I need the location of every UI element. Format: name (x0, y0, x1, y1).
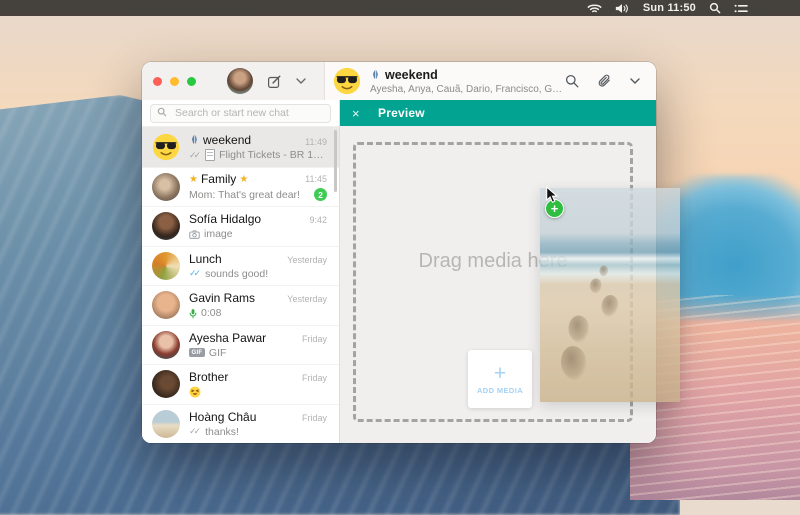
chat-avatar-photo (152, 370, 180, 398)
chat-list-item-weekend[interactable]: weekend 11:49 ✓✓ Flight Tickets - BR 145… (142, 127, 339, 167)
notification-center-icon[interactable] (734, 3, 748, 14)
preview-header: × Preview (340, 100, 656, 126)
chat-name-text: Brother (189, 370, 228, 384)
chat-list-item-hoang[interactable]: Hoàng Châu Friday ✓✓ thanks! (142, 404, 339, 444)
chat-avatar-sunglasses-emoji (152, 133, 180, 161)
profile-avatar[interactable] (227, 68, 253, 94)
add-media-button[interactable]: + ADD MEDIA (468, 350, 532, 408)
chat-title: weekend (385, 68, 438, 82)
chat-last-message: 0:08 (201, 307, 221, 319)
spotlight-search-icon[interactable] (709, 2, 721, 14)
double-check-icon: ✓✓ (189, 151, 198, 160)
attach-paperclip-icon[interactable] (598, 74, 611, 88)
search-icon (157, 107, 167, 117)
footprint (600, 294, 619, 318)
menu-bar: Sun 11:50 (0, 0, 800, 16)
search-input[interactable] (150, 104, 331, 123)
folded-hands-icon (370, 69, 381, 80)
plus-icon: + (494, 363, 506, 384)
chat-time: Yesterday (287, 294, 327, 304)
volume-icon[interactable] (615, 3, 630, 14)
chat-name-text: Hoàng Châu (189, 410, 256, 424)
group-avatar-sunglasses-emoji[interactable] (333, 67, 361, 95)
traffic-lights (153, 77, 196, 86)
double-check-blue-icon: ✓✓ (189, 269, 198, 278)
add-media-label: ADD MEDIA (477, 386, 523, 395)
chat-avatar-photo (152, 410, 180, 438)
star-icon: ★ (239, 174, 248, 185)
chat-members: Ayesha, Anya, Cauã, Dario, Francisco, Go… (370, 84, 565, 95)
chat-list-item-gavin[interactable]: Gavin Rams Yesterday 0:08 (142, 285, 339, 325)
chat-name-text: weekend (203, 133, 251, 147)
chevron-down-icon[interactable] (630, 78, 640, 84)
chat-name-text: Gavin Rams (189, 291, 255, 305)
chat-list-item-brother[interactable]: Brother Friday (142, 364, 339, 404)
footprint (600, 266, 609, 277)
search-icon[interactable] (565, 74, 579, 88)
chat-last-message: Mom: That's great dear! (189, 189, 300, 201)
chat-time: Friday (302, 334, 327, 344)
chat-list-item-ayesha[interactable]: Ayesha Pawar Friday GIF GIF (142, 325, 339, 365)
chat-time: Friday (302, 413, 327, 423)
chevron-down-icon[interactable] (296, 78, 306, 84)
star-icon: ★ (189, 174, 198, 185)
footprint (568, 315, 591, 343)
chat-sidebar: weekend 11:49 ✓✓ Flight Tickets - BR 145… (142, 100, 340, 443)
chat-avatar-photo (152, 212, 180, 240)
footprint (590, 279, 602, 294)
chat-avatar-photo (152, 252, 180, 280)
chat-avatar-photo (152, 173, 180, 201)
chat-header-actions (565, 74, 640, 88)
document-icon (205, 149, 215, 161)
unread-badge: 2 (314, 188, 327, 201)
chat-last-message: Flight Tickets - BR 145.pdf (219, 149, 327, 161)
minimize-window-button[interactable] (170, 77, 179, 86)
chat-time: 11:49 (305, 137, 327, 147)
chat-name-text: Sofía Hidalgo (189, 212, 261, 226)
chat-time: Yesterday (287, 255, 327, 265)
menu-clock[interactable]: Sun 11:50 (643, 2, 696, 14)
double-check-icon: ✓✓ (189, 427, 198, 436)
microphone-icon (189, 308, 197, 319)
dragged-image-ghost[interactable] (540, 188, 680, 402)
chat-time: Friday (302, 373, 327, 383)
camera-icon (189, 230, 200, 239)
chat-header: weekend Ayesha, Anya, Cauã, Dario, Franc… (325, 62, 656, 100)
chat-time: 9:42 (309, 215, 327, 225)
chat-list-item-lunch[interactable]: Lunch Yesterday ✓✓ sounds good! (142, 246, 339, 286)
sidebar-search-row (142, 100, 339, 127)
chat-last-message: image (204, 228, 233, 240)
chat-list: weekend 11:49 ✓✓ Flight Tickets - BR 145… (142, 127, 339, 443)
chat-name-text: Family (201, 172, 236, 186)
chat-last-message: sounds good! (205, 268, 268, 280)
titlebar-sidebar-section (142, 62, 325, 100)
chat-avatar-photo (152, 291, 180, 319)
chat-list-item-sofia[interactable]: Sofía Hidalgo 9:42 image (142, 206, 339, 246)
chat-list-item-family[interactable]: ★ Family ★ 11:45 Mom: That's great dear!… (142, 167, 339, 207)
preview-title: Preview (378, 106, 425, 120)
folded-hands-icon (189, 134, 200, 145)
window-titlebar: weekend Ayesha, Anya, Cauã, Dario, Franc… (142, 62, 656, 100)
chat-time: 11:45 (305, 174, 327, 184)
chat-last-message: thanks! (205, 426, 239, 438)
zoom-window-button[interactable] (187, 77, 196, 86)
chat-name-text: Lunch (189, 252, 222, 266)
sidebar-scrollbar[interactable] (334, 130, 337, 192)
laughing-emoji-icon (189, 386, 201, 398)
chat-last-message: GIF (209, 347, 227, 359)
gif-badge-icon: GIF (189, 348, 205, 357)
close-icon[interactable]: × (352, 106, 366, 121)
close-window-button[interactable] (153, 77, 162, 86)
compose-new-chat-icon[interactable] (267, 74, 282, 89)
mouse-cursor-icon (545, 186, 559, 204)
chat-name-text: Ayesha Pawar (189, 331, 266, 345)
footprint (558, 345, 588, 382)
chat-avatar-photo (152, 331, 180, 359)
wifi-icon[interactable] (587, 3, 602, 14)
chat-header-text: weekend Ayesha, Anya, Cauã, Dario, Franc… (370, 68, 565, 95)
